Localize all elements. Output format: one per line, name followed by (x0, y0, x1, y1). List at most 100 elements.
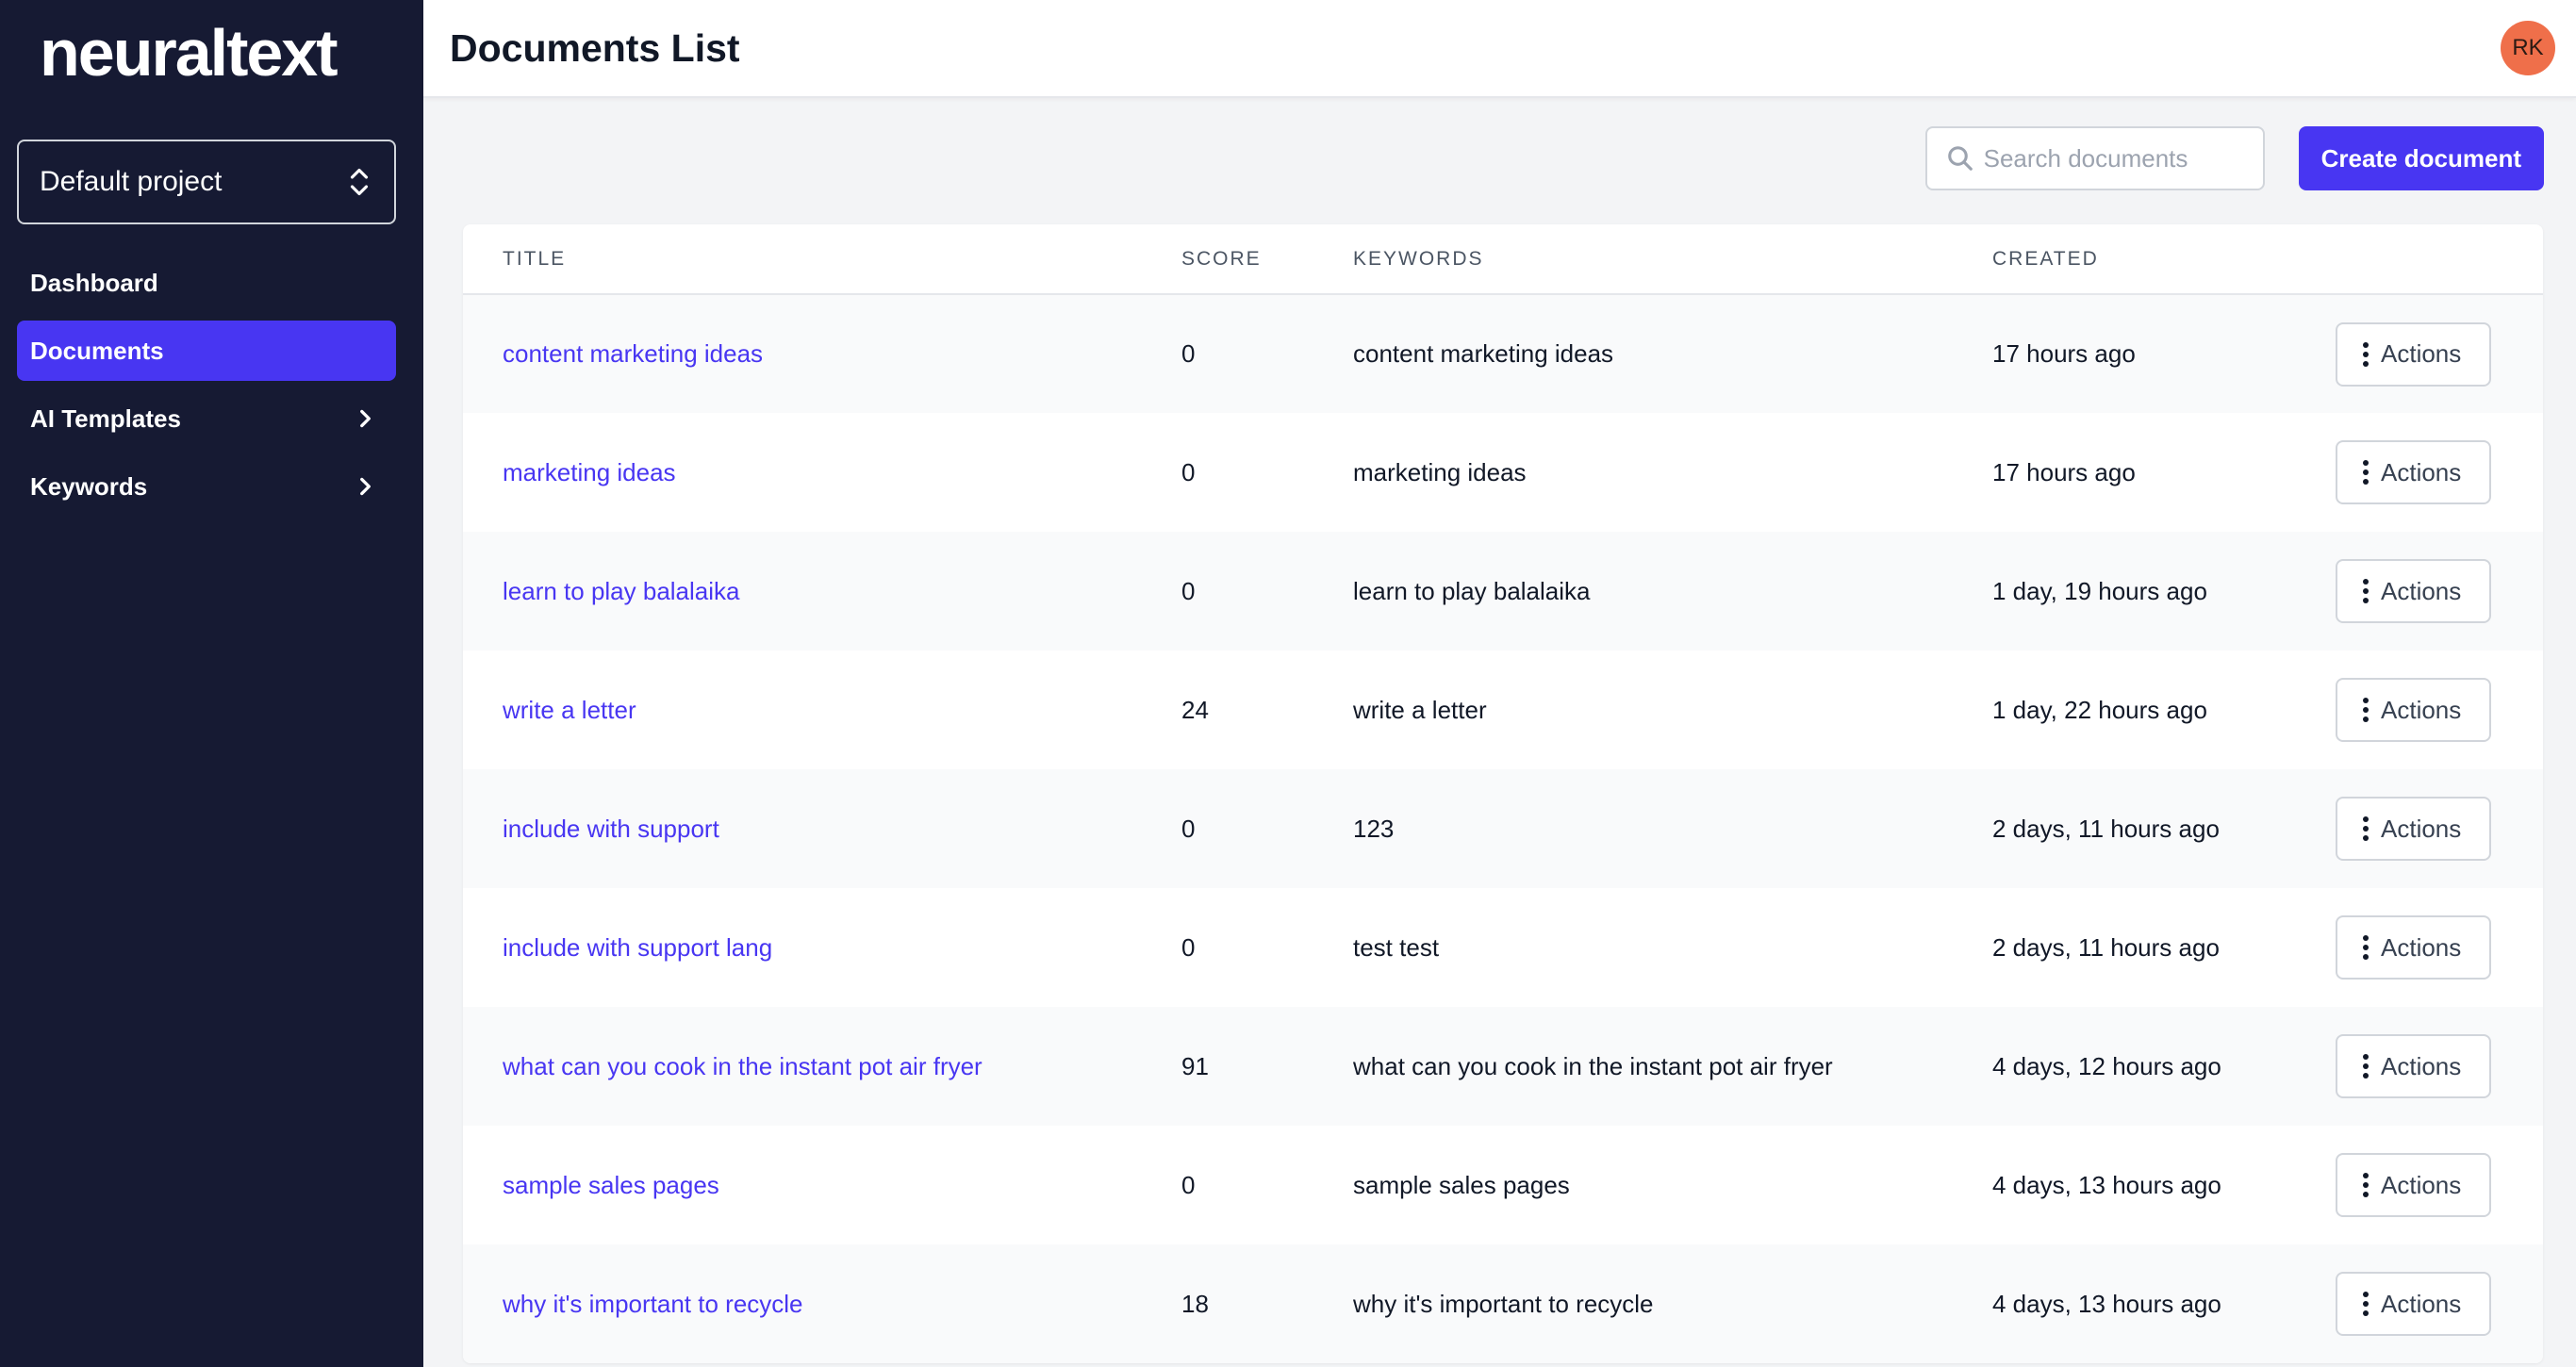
actions-button[interactable]: Actions (2336, 915, 2492, 980)
actions-button-label: Actions (2381, 457, 2462, 486)
column-header-created: CREATED (1992, 247, 2099, 270)
cell-actions: Actions (2296, 769, 2543, 888)
cell-score: 0 (1181, 932, 1196, 962)
cell-title: marketing ideas (463, 413, 1142, 532)
sidebar-item-label: Keywords (30, 471, 148, 501)
main-content: Documents List RK Create document TITLE … (423, 0, 2576, 1367)
cell-title: write a letter (463, 651, 1142, 769)
cell-actions: Actions (2296, 1126, 2543, 1244)
document-title-link[interactable]: write a letter (503, 696, 636, 724)
cell-created: 4 days, 13 hours ago (1992, 1289, 2221, 1318)
search-box[interactable] (1924, 126, 2265, 190)
table-row: write a letter 24 write a letter 1 day, … (463, 651, 2543, 769)
document-title-link[interactable]: include with support lang (503, 933, 772, 962)
more-vertical-icon (2363, 341, 2369, 367)
app-root: neuraltext Default project Dashboard Doc… (0, 0, 2576, 1367)
sidebar-item-keywords[interactable]: Keywords (17, 456, 396, 517)
cell-actions: Actions (2296, 651, 2543, 769)
actions-button-label: Actions (2381, 695, 2462, 724)
cell-created: 2 days, 11 hours ago (1992, 932, 2220, 962)
actions-button[interactable]: Actions (2336, 1272, 2492, 1336)
sidebar-item-label: AI Templates (30, 404, 181, 433)
actions-button-label: Actions (2381, 932, 2462, 962)
cell-title: sample sales pages (463, 1126, 1142, 1244)
cell-score: 0 (1181, 1170, 1196, 1199)
table-row: include with support 0 123 2 days, 11 ho… (463, 769, 2543, 888)
actions-button[interactable]: Actions (2336, 1153, 2492, 1217)
user-avatar[interactable]: RK (2501, 21, 2555, 75)
actions-button-label: Actions (2381, 1170, 2462, 1199)
cell-actions: Actions (2296, 1244, 2543, 1363)
documents-table-card: TITLE SCORE KEYWORDS CREATED content mar… (463, 224, 2543, 1363)
cell-score: 0 (1181, 814, 1196, 843)
cell-keywords: content marketing ideas (1353, 339, 1614, 368)
sidebar-item-ai-templates[interactable]: AI Templates (17, 388, 396, 449)
cell-title: why it's important to recycle (463, 1244, 1142, 1363)
more-vertical-icon (2363, 698, 2369, 722)
column-header-score: SCORE (1181, 247, 1262, 270)
document-title-link[interactable]: why it's important to recycle (503, 1290, 803, 1318)
more-vertical-icon (2363, 816, 2369, 841)
more-vertical-icon (2363, 935, 2369, 960)
actions-button-label: Actions (2381, 1289, 2462, 1318)
cell-title: include with support (463, 769, 1142, 888)
table-header-row: TITLE SCORE KEYWORDS CREATED (463, 224, 2543, 294)
cell-actions: Actions (2296, 1007, 2543, 1126)
cell-title: content marketing ideas (463, 294, 1142, 413)
cell-keywords: 123 (1353, 814, 1395, 843)
cell-actions: Actions (2296, 532, 2543, 651)
document-title-link[interactable]: content marketing ideas (503, 339, 763, 368)
table-row: content marketing ideas 0 content market… (463, 294, 2543, 413)
document-title-link[interactable]: sample sales pages (503, 1171, 719, 1199)
actions-button[interactable]: Actions (2336, 797, 2492, 861)
cell-score: 0 (1181, 457, 1196, 486)
cell-keywords: why it's important to recycle (1353, 1289, 1654, 1318)
sidebar-item-documents[interactable]: Documents (17, 321, 396, 381)
cell-keywords: sample sales pages (1353, 1170, 1570, 1199)
more-vertical-icon (2363, 1054, 2369, 1079)
app-logo[interactable]: neuraltext (40, 15, 339, 91)
cell-created: 1 day, 19 hours ago (1992, 576, 2207, 605)
actions-button-label: Actions (2381, 339, 2462, 368)
document-title-link[interactable]: learn to play balalaika (503, 577, 740, 605)
table-row: sample sales pages 0 sample sales pages … (463, 1126, 2543, 1244)
table-row: what can you cook in the instant pot air… (463, 1007, 2543, 1126)
chevron-up-down-icon (350, 168, 369, 196)
actions-button[interactable]: Actions (2336, 440, 2492, 504)
cell-created: 2 days, 11 hours ago (1992, 814, 2220, 843)
cell-score: 91 (1181, 1051, 1209, 1080)
sidebar-item-label: Dashboard (30, 268, 158, 297)
actions-button-label: Actions (2381, 814, 2462, 843)
cell-keywords: what can you cook in the instant pot air… (1353, 1051, 1833, 1080)
actions-button[interactable]: Actions (2336, 1034, 2492, 1098)
cell-created: 4 days, 13 hours ago (1992, 1170, 2221, 1199)
actions-button[interactable]: Actions (2336, 321, 2492, 387)
cell-actions: Actions (2296, 888, 2543, 1007)
actions-button-label: Actions (2381, 576, 2462, 605)
cell-actions: Actions (2296, 413, 2543, 532)
project-selector[interactable]: Default project (17, 140, 396, 224)
document-title-link[interactable]: include with support (503, 815, 719, 843)
search-input[interactable] (1983, 143, 2244, 173)
cell-keywords: learn to play balalaika (1353, 576, 1591, 605)
document-title-link[interactable]: marketing ideas (503, 458, 676, 486)
actions-button[interactable]: Actions (2336, 559, 2492, 623)
sidebar-item-dashboard[interactable]: Dashboard (17, 253, 396, 313)
document-title-link[interactable]: what can you cook in the instant pot air… (503, 1052, 983, 1080)
actions-button-label: Actions (2381, 1051, 2462, 1080)
more-vertical-icon (2363, 1292, 2369, 1316)
sidebar: neuraltext Default project Dashboard Doc… (0, 0, 423, 1367)
cell-score: 0 (1181, 576, 1196, 605)
column-header-keywords: KEYWORDS (1353, 247, 1484, 270)
cell-score: 18 (1181, 1289, 1209, 1318)
cell-created: 1 day, 22 hours ago (1992, 695, 2207, 724)
cell-title: include with support lang (463, 888, 1142, 1007)
chevron-right-icon (360, 409, 371, 428)
table-row: learn to play balalaika 0 learn to play … (463, 532, 2543, 651)
column-header-actions (2296, 224, 2543, 294)
create-document-button[interactable]: Create document (2298, 126, 2544, 190)
actions-button[interactable]: Actions (2336, 678, 2492, 742)
cell-actions: Actions (2296, 294, 2543, 413)
cell-title: what can you cook in the instant pot air… (463, 1007, 1142, 1126)
sidebar-nav: Dashboard Documents AI Templates Keyword… (17, 253, 396, 524)
